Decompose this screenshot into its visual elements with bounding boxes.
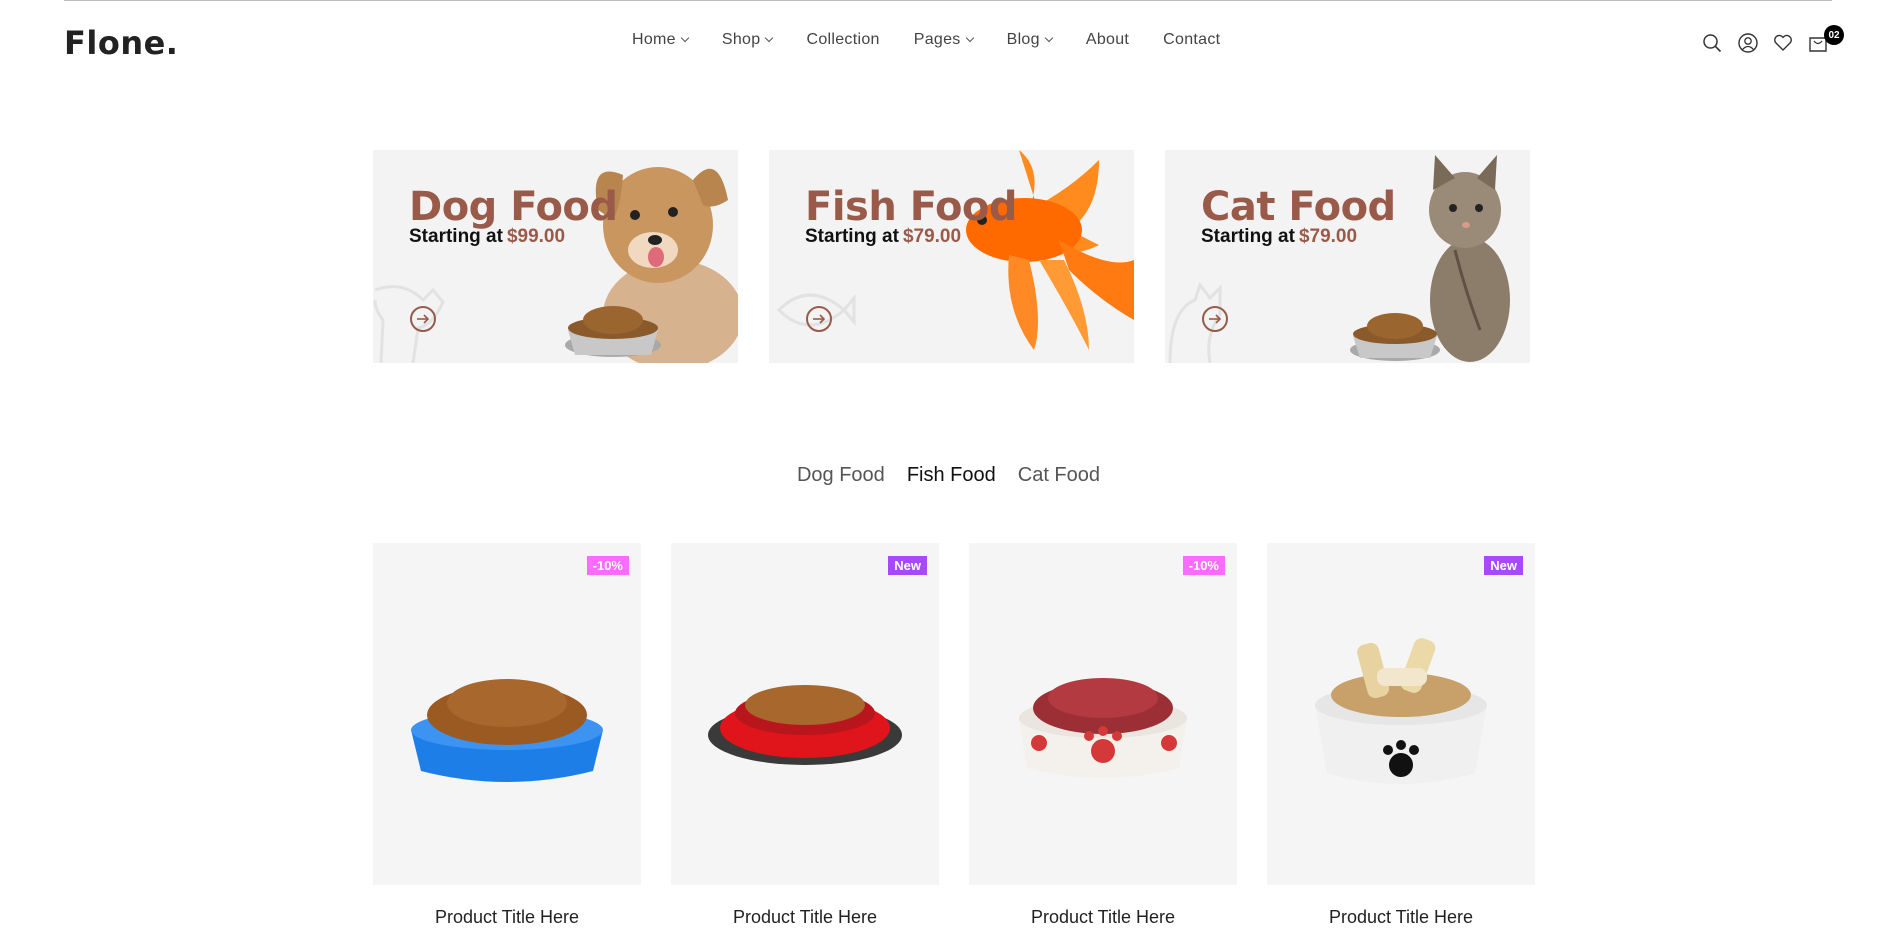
banner-title: Dog Food (409, 184, 618, 230)
nav-item-blog[interactable]: Blog (1006, 31, 1054, 49)
nav-label: Pages (913, 31, 961, 48)
nav-item-contact[interactable]: Contact (1163, 31, 1220, 49)
chevron-down-icon (680, 33, 690, 43)
arrow-right-icon[interactable] (1202, 306, 1228, 332)
banner-price: $99.00 (506, 226, 566, 247)
chevron-down-icon (965, 33, 974, 43)
product-card[interactable]: New (671, 543, 939, 885)
tab-dog-food[interactable]: Dog Food (797, 464, 885, 487)
nav-label: Shop (721, 31, 761, 48)
tab-fish-food[interactable]: Fish Food (907, 464, 996, 487)
header-icons (1702, 32, 1827, 54)
sale-badge: -10% (586, 556, 629, 575)
product-title[interactable]: Product Title Here (969, 907, 1237, 928)
product-card[interactable]: -10% (969, 543, 1237, 885)
product-title[interactable]: Product Title Here (1267, 907, 1535, 928)
product-image-paw-bowl (1019, 678, 1187, 778)
banner-subtitle: Starting at $99.00 (409, 226, 565, 248)
nav-item-home[interactable]: Home (632, 31, 690, 49)
starting-text: Starting at (805, 226, 899, 247)
banner-dog-food[interactable]: Dog Food Starting at $99.00 (373, 150, 738, 363)
main-nav: Home Shop Collection Pages Blog About Co… (632, 31, 1254, 49)
product-image-white-bowl (1315, 638, 1487, 784)
product-card[interactable]: New (1267, 543, 1535, 885)
arrow-right-icon[interactable] (806, 306, 832, 332)
nav-item-shop[interactable]: Shop (721, 31, 774, 49)
starting-text: Starting at (1201, 226, 1295, 247)
banner-fish-food[interactable]: Fish Food Starting at $79.00 (769, 150, 1134, 363)
user-icon[interactable] (1737, 32, 1758, 54)
nav-label: Blog (1006, 31, 1040, 48)
new-badge: New (888, 556, 927, 575)
nav-label: Home (632, 31, 676, 48)
product-title[interactable]: Product Title Here (373, 907, 641, 928)
nav-item-about[interactable]: About (1086, 31, 1129, 49)
product-image-blue-bowl (411, 679, 603, 782)
new-badge: New (1484, 556, 1523, 575)
product-title[interactable]: Product Title Here (671, 907, 939, 928)
search-icon[interactable] (1702, 32, 1722, 54)
banner-price: $79.00 (1298, 226, 1358, 247)
banner-cat-food[interactable]: Cat Food Starting at $79.00 (1165, 150, 1530, 363)
chevron-down-icon (1044, 33, 1054, 43)
top-divider (64, 0, 1832, 1)
heart-icon[interactable] (1772, 32, 1792, 54)
tab-cat-food[interactable]: Cat Food (1018, 464, 1100, 487)
arrow-right-icon[interactable] (410, 306, 436, 332)
product-image-red-bowl (708, 685, 902, 765)
sale-badge: -10% (1182, 556, 1225, 575)
cart-count-badge: 02 (1824, 25, 1844, 45)
banner-subtitle: Starting at $79.00 (805, 226, 961, 248)
banner-subtitle: Starting at $79.00 (1201, 226, 1357, 248)
banner-title: Fish Food (805, 184, 1018, 230)
product-card[interactable]: -10% (373, 543, 641, 885)
product-tabs: Dog Food Fish Food Cat Food (0, 464, 1897, 487)
nav-label: Contact (1163, 31, 1221, 48)
nav-item-collection[interactable]: Collection (806, 31, 879, 49)
starting-text: Starting at (409, 226, 503, 247)
nav-label: Collection (806, 31, 880, 48)
banner-title: Cat Food (1201, 184, 1396, 230)
nav-item-pages[interactable]: Pages (913, 31, 974, 49)
banner-price: $79.00 (902, 226, 962, 247)
site-logo[interactable]: Flone. (64, 24, 178, 62)
nav-label: About (1085, 31, 1130, 48)
chevron-down-icon (765, 33, 774, 43)
